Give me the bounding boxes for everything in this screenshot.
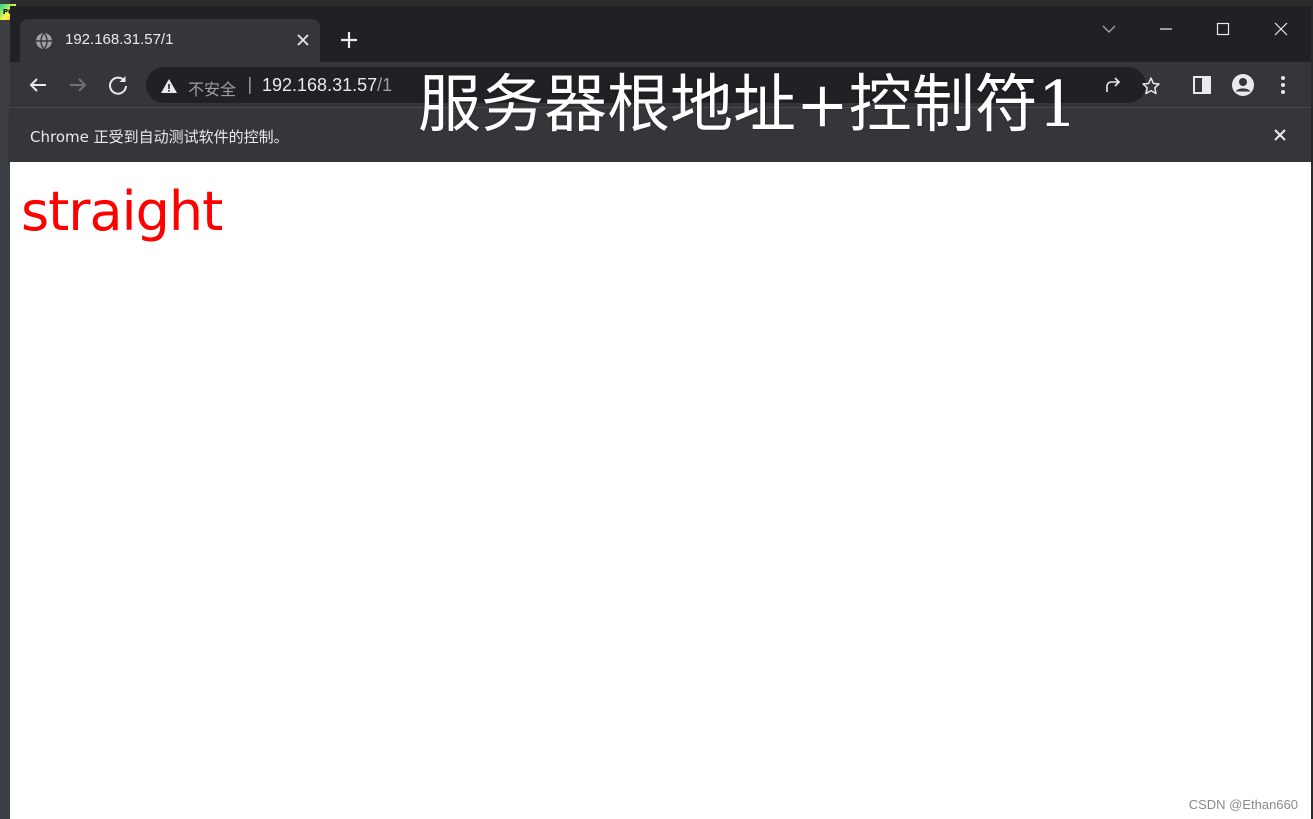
profile-icon[interactable] [1231, 73, 1255, 97]
url-text[interactable]: 192.168.31.57/1 [262, 75, 392, 96]
minimize-button[interactable] [1146, 14, 1186, 44]
url-path: /1 [377, 75, 393, 95]
overlay-caption: 服务器根地址+控制符1 [418, 68, 1078, 141]
security-label[interactable]: 不安全 [188, 76, 236, 100]
reload-icon[interactable] [106, 73, 130, 97]
close-icon[interactable] [294, 31, 312, 49]
window-close-button[interactable] [1261, 14, 1301, 44]
maximize-icon [1216, 22, 1230, 36]
browser-window: 192.168.31.57/1 不安全 | 192.168.31.57/1 Ch… [10, 6, 1311, 819]
arrow-right-icon[interactable] [66, 73, 90, 97]
star-icon[interactable] [1141, 76, 1161, 96]
globe-icon [36, 32, 52, 50]
warning-icon[interactable] [160, 77, 178, 95]
address-separator: | [247, 75, 253, 95]
tab-title: 192.168.31.57/1 [65, 31, 174, 48]
page-text: straight [21, 180, 223, 243]
infobar-message: Chrome 正受到自动测试软件的控制。 [30, 128, 289, 146]
tab-strip: 192.168.31.57/1 [10, 6, 1311, 62]
close-icon[interactable] [1271, 126, 1289, 144]
close-icon [1274, 22, 1288, 36]
maximize-button[interactable] [1203, 14, 1243, 44]
arrow-left-icon[interactable] [26, 73, 50, 97]
tab-search-button[interactable] [1089, 14, 1129, 44]
side-panel-icon[interactable] [1190, 73, 1214, 97]
browser-tab[interactable]: 192.168.31.57/1 [20, 19, 320, 62]
minimize-icon [1160, 28, 1172, 30]
desktop-background: PC [0, 0, 16, 819]
page-content: straight CSDN @Ethan660 [10, 162, 1311, 819]
chevron-down-icon [1102, 25, 1116, 33]
plus-icon[interactable] [337, 28, 361, 52]
menu-icon[interactable] [1271, 73, 1295, 97]
watermark: CSDN @Ethan660 [1188, 797, 1298, 812]
share-icon[interactable] [1103, 76, 1123, 96]
url-host: 192.168.31.57 [262, 75, 378, 95]
